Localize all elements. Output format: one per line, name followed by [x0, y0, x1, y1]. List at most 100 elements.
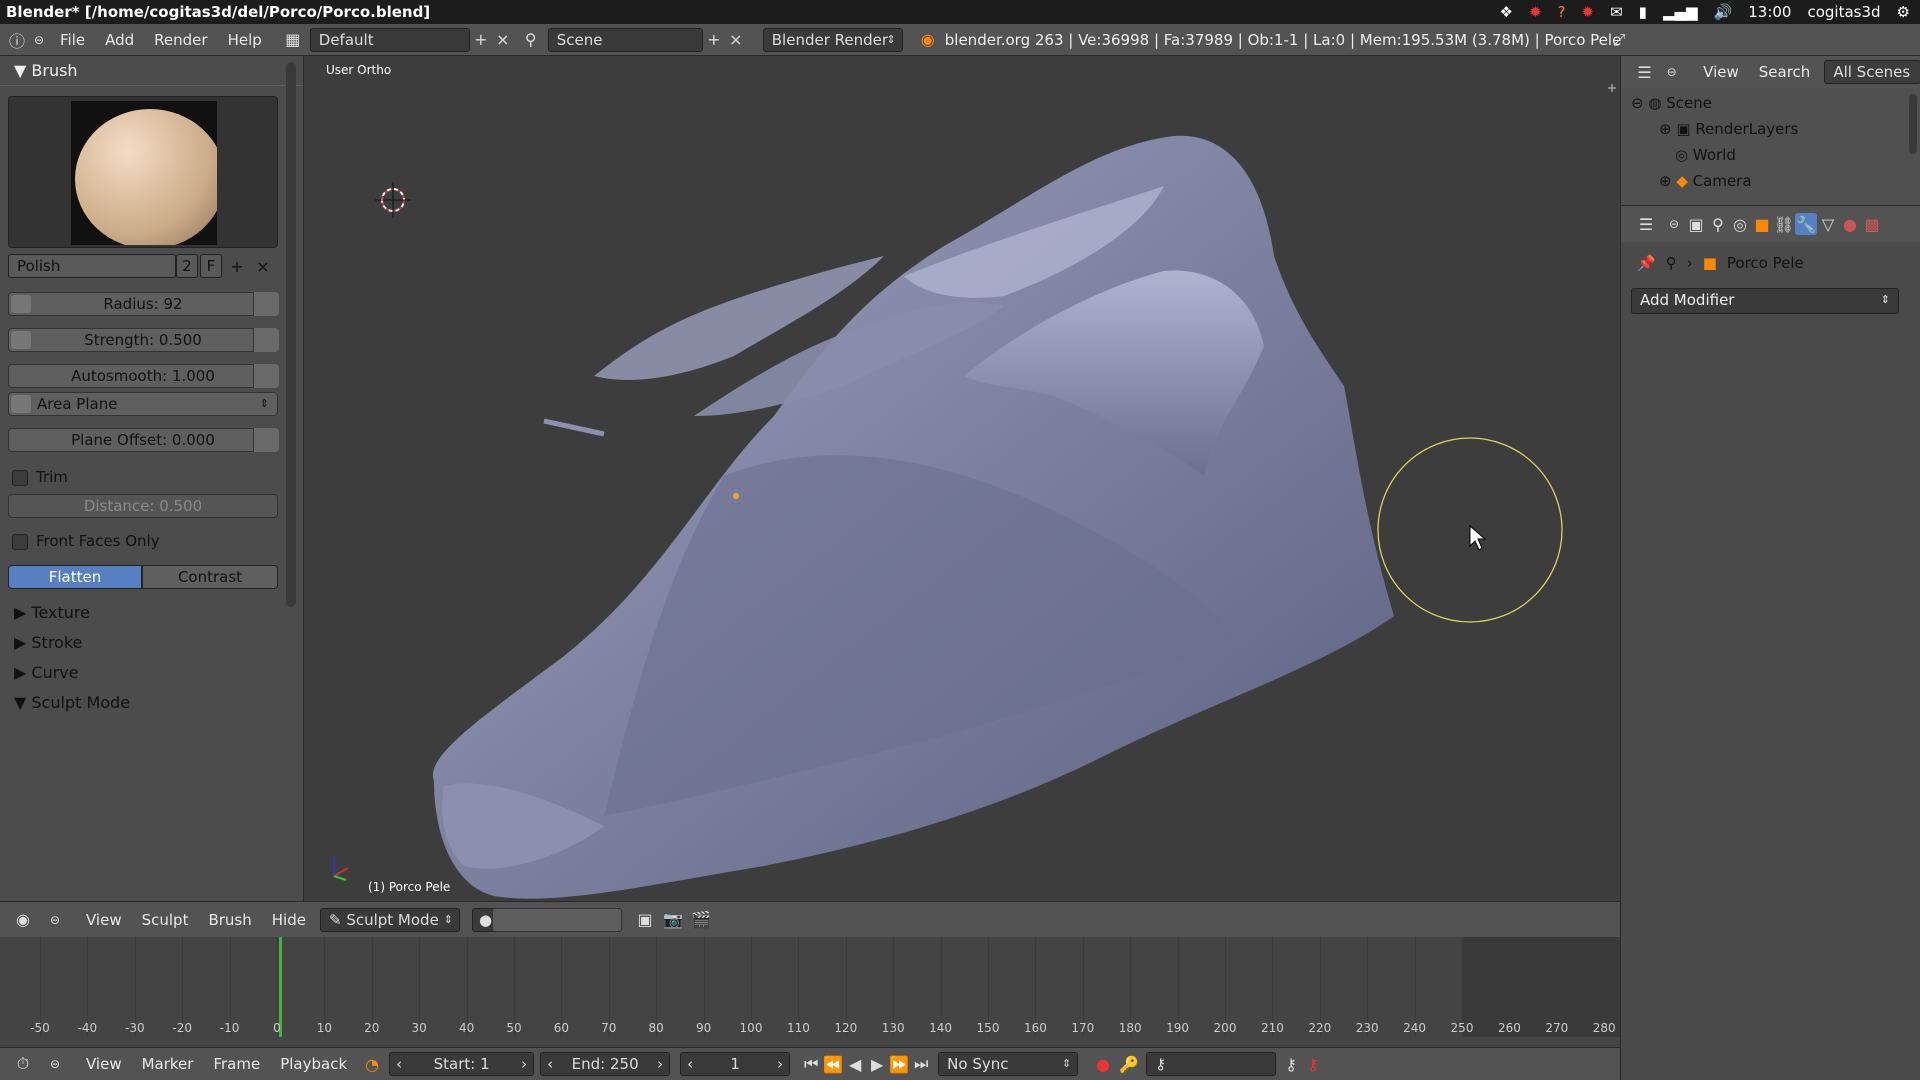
record-icon[interactable]: ● — [1092, 1053, 1114, 1075]
keying-set-icon[interactable]: 🔑 — [1118, 1053, 1140, 1075]
stroke-panel-header[interactable]: ▶ Stroke — [0, 628, 300, 658]
properties-editor-icon[interactable]: ☰ — [1635, 213, 1657, 235]
texture-tab-icon[interactable]: ▩ — [1861, 213, 1883, 235]
brush-name-field[interactable]: Polish — [8, 254, 176, 278]
sculpt-mode-panel-header[interactable]: ▼ Sculpt Mode — [0, 688, 300, 718]
menu-add[interactable]: Add — [95, 31, 144, 49]
prev-keyframe-icon[interactable]: ⏪ — [822, 1053, 844, 1075]
layer-buttons[interactable] — [492, 908, 622, 932]
contrast-toggle[interactable]: Contrast — [142, 565, 278, 589]
lock-icon[interactable] — [11, 295, 31, 313]
outliner-view-menu[interactable]: View — [1693, 63, 1749, 81]
lock-icon[interactable] — [11, 331, 31, 349]
current-frame-field[interactable]: ‹ 1 › — [680, 1052, 791, 1076]
sync-select[interactable]: No Sync ⇕ — [938, 1052, 1079, 1076]
pig-head-mesh[interactable] — [432, 135, 1394, 899]
battery-icon[interactable]: ▮ — [1639, 0, 1647, 24]
modifiers-tab-icon[interactable]: 🔧 — [1795, 213, 1817, 235]
start-frame-field[interactable]: ‹ Start: 1 › — [389, 1052, 535, 1076]
use-preview-range-icon[interactable]: ◔ — [361, 1053, 383, 1075]
collapse-icon[interactable]: ⊖ — [1662, 61, 1681, 83]
info-editor-icon[interactable]: ⓘ — [6, 29, 28, 51]
collapse-icon[interactable]: ⊖ — [28, 29, 50, 51]
pressure-icon[interactable] — [253, 364, 279, 388]
end-frame-field[interactable]: ‹ End: 250 › — [540, 1052, 671, 1076]
3d-view-editor-icon[interactable]: ◉ — [12, 909, 34, 931]
increment-arrow-icon[interactable]: › — [521, 1053, 527, 1075]
tool-shelf-scrollbar[interactable] — [286, 62, 296, 607]
trim-checkbox[interactable]: Trim — [12, 468, 68, 486]
increment-arrow-icon[interactable]: › — [657, 1053, 663, 1075]
add-modifier-select[interactable]: Add Modifier ⇕ — [1631, 288, 1899, 314]
timeline-area[interactable]: -50 -40 -30 -20 -10 0 10 20 30 40 50 60 70 80 90 100 110… — [0, 937, 1620, 1037]
outliner-filter-select[interactable]: All Scenes — [1824, 60, 1920, 84]
decrement-arrow-icon[interactable]: ‹ — [396, 1053, 402, 1075]
front-faces-checkbox[interactable]: Front Faces Only — [12, 532, 160, 550]
curve-panel-header[interactable]: ▶ Curve — [0, 658, 300, 688]
fullscreen-icon[interactable]: ⤢ — [1608, 29, 1630, 51]
3d-viewport[interactable]: User Ortho (1) Porco Pele — [304, 56, 1620, 901]
settings-icon[interactable]: ⚙ — [1897, 0, 1910, 24]
user-name[interactable]: cogitas3d — [1807, 0, 1880, 24]
flatten-toggle[interactable]: Flatten — [8, 565, 142, 589]
add-scene-icon[interactable]: + — [703, 29, 725, 51]
timeline-editor[interactable]: -50 -40 -30 -20 -10 0 10 20 30 40 50 60 70 80 90 100 110… — [0, 937, 1620, 1059]
outliner-item-camera[interactable]: ⊕ ◆ Camera — [1659, 172, 1752, 190]
insert-keyframe-icon[interactable]: ⚷ — [1280, 1053, 1302, 1075]
menu-marker[interactable]: Marker — [132, 1055, 204, 1073]
delete-keyframe-icon[interactable]: ⚷ — [1302, 1053, 1324, 1075]
clock[interactable]: 13:00 — [1748, 0, 1791, 24]
outliner-item-scene[interactable]: ⊖ ◍ Scene — [1631, 94, 1712, 112]
plane-offset-slider[interactable]: Plane Offset: 0.000 — [8, 428, 279, 452]
material-tab-icon[interactable]: ● — [1839, 213, 1861, 235]
menu-view[interactable]: View — [76, 1055, 132, 1073]
brush-users[interactable]: 2 — [176, 254, 198, 278]
pressure-icon[interactable] — [253, 328, 279, 352]
volume-icon[interactable]: 🔊 — [1714, 0, 1733, 24]
outliner-item-world[interactable]: ◎ World — [1675, 146, 1736, 164]
keying-set-field[interactable]: ⚷ — [1146, 1052, 1277, 1076]
timeline-editor-icon[interactable]: ⏱ — [12, 1053, 34, 1075]
menu-brush[interactable]: Brush — [198, 911, 261, 929]
texture-panel-header[interactable]: ▶ Texture — [0, 598, 300, 628]
remove-brush-icon[interactable]: × — [252, 255, 274, 277]
world-tab-icon[interactable]: ◎ — [1729, 213, 1751, 235]
bug2-icon[interactable]: ✹ — [1582, 0, 1595, 24]
signal-icon[interactable]: ▂▄▆ — [1663, 0, 1698, 24]
jump-start-icon[interactable]: ⏮ — [800, 1053, 822, 1075]
scene-tab-icon[interactable]: ⚲ — [1707, 213, 1729, 235]
data-tab-icon[interactable]: ▽ — [1817, 213, 1839, 235]
lock-camera-icon[interactable]: ▣ — [634, 909, 656, 931]
render-animation-icon[interactable]: 🎬 — [690, 909, 712, 931]
play-icon[interactable]: ▶ — [866, 1053, 888, 1075]
collapse-icon[interactable]: ⊖ — [44, 909, 66, 931]
bug-icon[interactable]: ✹ — [1529, 0, 1542, 24]
brush-preview[interactable] — [8, 96, 278, 248]
menu-playback[interactable]: Playback — [270, 1055, 357, 1073]
next-keyframe-icon[interactable]: ⏩ — [888, 1053, 910, 1075]
menu-view[interactable]: View — [76, 911, 132, 929]
outliner-item-renderlayers[interactable]: ⊕ ▣ RenderLayers — [1659, 120, 1798, 138]
remove-layout-icon[interactable]: × — [492, 29, 514, 51]
menu-frame[interactable]: Frame — [203, 1055, 270, 1073]
layout-field[interactable]: Default — [309, 27, 470, 52]
menu-render[interactable]: Render — [144, 31, 217, 49]
scene-field[interactable]: Scene — [547, 27, 703, 52]
outliner-search-menu[interactable]: Search — [1749, 63, 1821, 81]
remove-scene-icon[interactable]: × — [725, 29, 747, 51]
radius-slider[interactable]: Radius: 92 — [8, 292, 279, 316]
mail-icon[interactable]: ✉ — [1610, 0, 1623, 24]
brush-panel-header[interactable]: ▼ Brush — [0, 56, 303, 86]
decrement-arrow-icon[interactable]: ‹ — [687, 1053, 693, 1075]
add-layout-icon[interactable]: + — [470, 29, 492, 51]
help-icon[interactable]: ? — [1558, 0, 1566, 24]
menu-file[interactable]: File — [50, 31, 95, 49]
pressure-icon[interactable] — [253, 292, 279, 316]
jump-end-icon[interactable]: ⏭ — [910, 1053, 932, 1075]
layout-icon[interactable]: ▦ — [282, 29, 304, 51]
mode-select[interactable]: ✎ Sculpt Mode ⇕ — [319, 907, 460, 932]
increment-arrow-icon[interactable]: › — [777, 1053, 783, 1075]
menu-sculpt[interactable]: Sculpt — [132, 911, 199, 929]
menu-help[interactable]: Help — [218, 31, 272, 49]
constraints-tab-icon[interactable]: ⛓ — [1773, 213, 1795, 235]
